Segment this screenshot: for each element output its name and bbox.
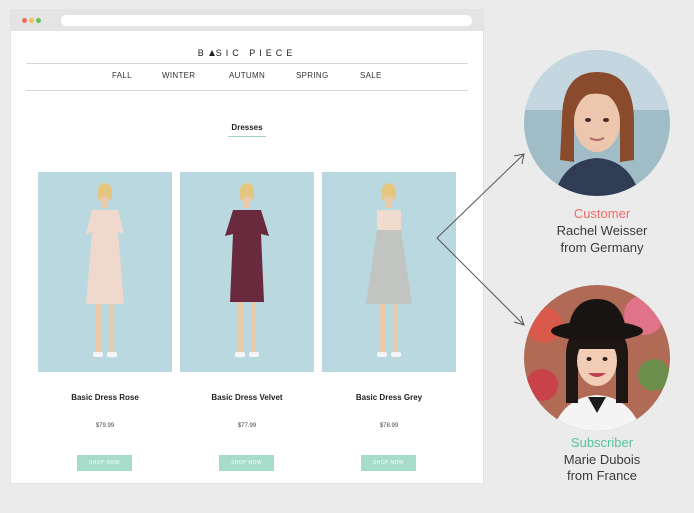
subscriber-avatar bbox=[524, 285, 670, 431]
customer-avatar bbox=[524, 50, 670, 196]
customer-role-label: Customer bbox=[573, 206, 631, 221]
customer-origin: from Germany bbox=[560, 240, 644, 255]
subscriber-role-label: Subscriber bbox=[570, 435, 634, 450]
customer-name: Rachel Weisser bbox=[556, 223, 648, 238]
subscriber-name: Marie Dubois bbox=[563, 452, 641, 467]
subscriber-origin: from France bbox=[566, 468, 638, 483]
